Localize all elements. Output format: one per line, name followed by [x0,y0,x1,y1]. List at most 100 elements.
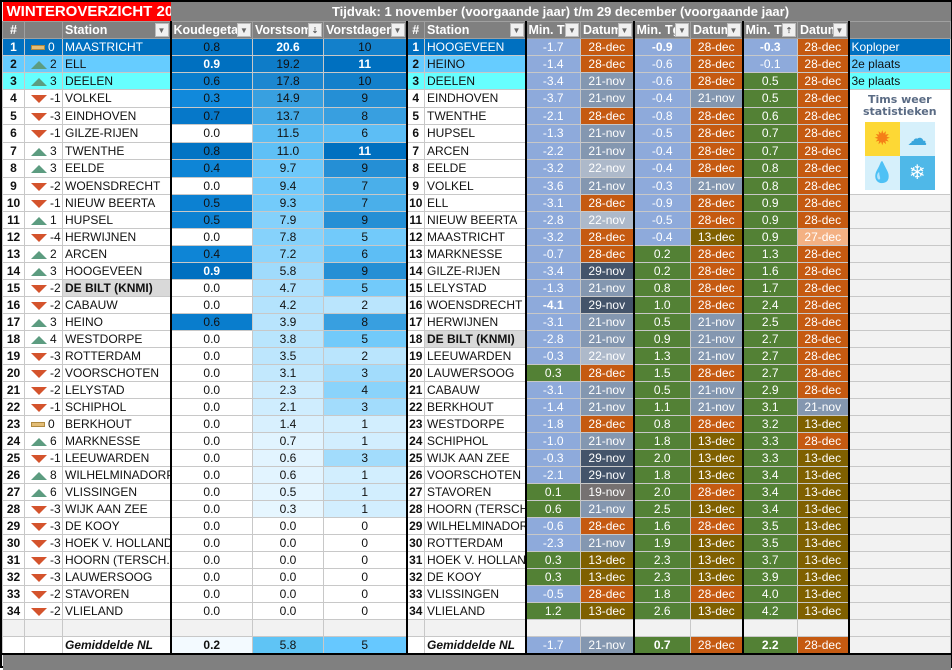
rank: 33 [2,585,25,603]
column-header-min-tx[interactable]: Min. Tx ⇡ [741,21,798,39]
rank: 14 [405,262,425,280]
min-tx: 0.9 [741,211,798,229]
legend-item-2: 2e plaats [847,55,952,73]
column-header-datum[interactable]: Datum ▼ [580,21,634,39]
column-header-vorstdagen[interactable]: Vorstdagen ▼ [323,21,407,39]
rank: 17 [2,313,25,331]
legend-empty [847,483,952,501]
legend-header [847,21,952,39]
min-tg: 0.8 [632,279,691,297]
trend-value: 0 [48,40,55,54]
filter-dropdown-icon[interactable]: ▼ [617,23,632,37]
station-name: HOEK V. HOLLAND [62,534,171,552]
min-tx: -0.3 [741,38,798,56]
datum-tn: 28-dec [580,55,634,73]
koudegetal: 0.0 [169,330,253,348]
trend-flat-icon [31,45,45,51]
datum-tx: 13-dec [797,568,849,586]
datum-tg: 28-dec [690,262,743,280]
table-row: 29 -3 DE KOOY 0.0 0.0 0 29 WILHELMINADORP -0.6 28… [2,517,952,535]
station-name: EELDE [424,159,526,178]
column-header-datum[interactable]: Datum ▼ [690,21,743,39]
empty-cell [405,619,425,637]
koudegetal: 0.0 [169,551,253,569]
trend-value: -3 [50,536,61,550]
station-name: HERWIJNEN [424,313,526,331]
filter-dropdown-icon[interactable]: ▼ [726,23,741,37]
filter-dropdown-icon[interactable]: ▼ [832,23,847,37]
min-tx: 3.3 [741,449,798,467]
legend-empty [847,279,952,297]
min-tx: 0.7 [741,141,798,160]
column-header-station[interactable]: Station ▼ [424,21,526,39]
min-tg: 0.9 [632,330,691,348]
table-row: 3 3 DEELEN 0.6 17.8 10 3 DEELEN -3.4 21-nov -0.6 28… [2,72,952,90]
filter-dropdown-icon[interactable]: ▼ [509,23,524,37]
column-header-koudegetal[interactable]: Koudegetal ▼ [169,21,253,39]
average-label: Gemiddelde NL [424,636,526,655]
trend-down-icon [31,112,47,121]
min-tn: -3.1 [524,313,581,331]
min-tg: 1.0 [632,296,691,314]
station-name: HOOGEVEEN [424,38,526,56]
sort-descending-icon[interactable]: ⇣ [308,23,322,37]
rank: 6 [405,124,425,143]
datum-tx: 28-dec [797,381,849,399]
trend-up-icon [31,77,47,86]
trend-cell: 8 [24,466,63,484]
empty-cell [62,619,171,637]
empty-cell [632,619,691,637]
station-name: DE BILT (KNMI) [424,330,526,348]
trend-cell: -3 [24,551,63,569]
trend-value: -2 [50,604,61,618]
trend-down-icon [31,386,47,395]
datum-tn: 21-nov [580,89,634,108]
vorstsom: 0.0 [252,517,324,535]
min-tx: 3.2 [741,415,798,433]
rank: 26 [405,466,425,484]
table-row: 7 3 TWENTHE 0.8 11.0 11 7 ARCEN -2.2 21-nov -0.4 28… [2,141,951,160]
datum-tg: 28-dec [690,296,743,314]
datum-tn: 21-nov [580,432,634,450]
datum-tn: 19-nov [580,483,634,501]
koudegetal: 0.0 [169,432,253,450]
column-header-datum[interactable]: Datum ▼ [797,21,849,39]
rank: 23 [2,415,25,433]
trend-down-icon [31,539,47,548]
datum-tg: 28-dec [690,483,743,501]
column-header-min-tg[interactable]: Min. Tg ▼ [632,21,691,39]
datum-tg: 21-nov [690,313,743,331]
trend-value: 3 [50,161,57,176]
min-tg: 2.0 [632,483,691,501]
trend-value: -2 [50,383,61,397]
min-tx: 3.4 [741,483,798,501]
koudegetal: 0.0 [169,398,253,416]
rank: 13 [405,245,425,263]
vorstsom: 3.5 [252,347,324,365]
filter-dropdown-icon[interactable]: ▼ [154,23,169,37]
min-tx: 0.9 [741,194,798,212]
min-tg: 2.0 [632,449,691,467]
column-header-vorstsom[interactable]: Vorstsom ⇣ [252,21,324,39]
trend-cell: 0 [24,38,63,56]
filter-dropdown-icon[interactable]: ▼ [675,23,689,37]
vorstsom: 9.4 [252,176,324,195]
filter-dropdown-icon[interactable]: ▼ [565,23,579,37]
table-row: 23 0 BERKHOUT 0.0 1.4 1 23 WESTDORPE -1.8 28-dec 0… [2,415,952,433]
koudegetal: 0.0 [169,449,253,467]
min-tg: -0.4 [632,89,691,108]
average-vorstsom: 5.8 [252,636,324,655]
average-row: Gemiddelde NL 0.2 5.8 5 Gemiddelde NL -1.7 21-… [2,636,952,655]
station-name: ROTTERDAM [424,534,526,552]
rank: 16 [405,296,425,314]
sort-ascending-icon[interactable]: ⇡ [782,23,796,37]
vorstsom: 11.0 [252,141,324,160]
trend-value: 6 [50,485,57,499]
filter-dropdown-icon[interactable]: ▼ [237,23,251,37]
datum-tn: 21-nov [580,176,634,195]
column-header-min-tn[interactable]: Min. Tn ▼ [524,21,581,39]
rank: 32 [405,568,425,586]
column-header-station[interactable]: Station ▼ [62,21,171,39]
filter-dropdown-icon[interactable]: ▼ [390,23,405,37]
datum-tg: 13-dec [690,449,743,467]
